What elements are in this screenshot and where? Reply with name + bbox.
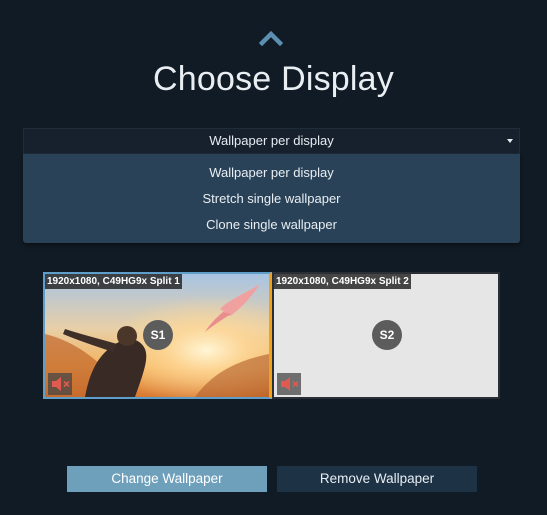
display-badge: S1: [143, 320, 173, 350]
option-wallpaper-per-display[interactable]: Wallpaper per display: [23, 160, 520, 186]
speaker-muted-icon[interactable]: [48, 373, 72, 395]
speaker-muted-icon[interactable]: [277, 373, 301, 395]
option-clone-single-wallpaper[interactable]: Clone single wallpaper: [23, 212, 520, 238]
display-badge: S2: [372, 320, 402, 350]
caret-down-icon: [507, 139, 513, 143]
display-resolution-label: 1920x1080, C49HG9x Split 1: [45, 274, 182, 289]
page-title: Choose Display: [153, 60, 394, 98]
wallpaper-mode-selected-value: Wallpaper per display: [209, 133, 334, 148]
option-stretch-single-wallpaper[interactable]: Stretch single wallpaper: [23, 186, 520, 212]
remove-wallpaper-button[interactable]: Remove Wallpaper: [277, 466, 477, 492]
chevron-up-icon[interactable]: [259, 30, 283, 46]
wallpaper-mode-dropdown: Wallpaper per display Stretch single wal…: [23, 154, 520, 243]
change-wallpaper-button[interactable]: Change Wallpaper: [67, 466, 267, 492]
display-s1[interactable]: 1920x1080, C49HG9x Split 1 S1: [43, 272, 272, 399]
display-s2[interactable]: 1920x1080, C49HG9x Split 2 S2: [272, 272, 500, 399]
display-resolution-label: 1920x1080, C49HG9x Split 2: [274, 274, 411, 289]
wallpaper-mode-select[interactable]: Wallpaper per display: [23, 128, 520, 154]
